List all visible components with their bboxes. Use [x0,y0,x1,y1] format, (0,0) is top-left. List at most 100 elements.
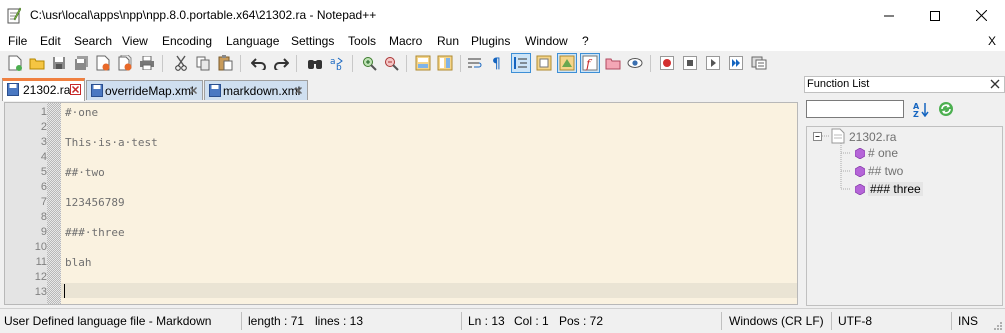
resize-grip-icon[interactable] [993,321,1003,331]
save-all-button[interactable] [72,54,90,72]
record-macro-icon [660,56,674,70]
save-all-icon [74,55,88,70]
function-tree: 21302.ra # one ## two ### three [806,126,1003,306]
menu-bar: File Edit Search View Encoding Language … [0,31,1005,51]
menu-help[interactable]: ? [582,34,589,48]
status-encoding: UTF-8 [838,314,872,328]
status-separator [831,312,832,330]
menu-search[interactable]: Search [74,34,112,48]
minimize-button[interactable] [866,0,912,31]
user-language-button[interactable] [535,54,553,72]
tab-overridemap-xml[interactable]: overrideMap.xml [86,80,203,100]
run-macro-multiple-button[interactable] [727,54,745,72]
menu-settings[interactable]: Settings [291,34,334,48]
tab-21302-ra[interactable]: 21302.ra [2,78,85,101]
menu-macro[interactable]: Macro [389,34,422,48]
stop-macro-icon [683,56,697,70]
save-icon [7,83,19,96]
menu-encoding[interactable]: Encoding [162,34,212,48]
save-macro-icon [751,56,767,70]
cut-button[interactable] [172,54,190,72]
run-macro-multiple-icon [729,56,743,70]
status-lines: lines : 13 [315,314,364,328]
function-search-input[interactable] [806,100,904,118]
undo-icon [251,58,266,70]
function-item-label: ### three [868,182,923,196]
svg-text:Z: Z [913,110,919,117]
menu-plugins[interactable]: Plugins [471,34,510,48]
close-all-button[interactable] [116,54,134,72]
show-all-chars-icon: ¶ [492,56,501,71]
line-number: 5 [40,166,47,178]
fold-margin[interactable] [47,103,61,304]
undo-button[interactable] [250,54,268,72]
stop-macro-button[interactable] [681,54,699,72]
copy-button[interactable] [194,54,212,72]
new-file-button[interactable] [6,54,24,72]
close-icon [96,55,110,71]
menu-window[interactable]: Window [525,34,568,48]
line-number: 3 [40,136,47,148]
record-macro-button[interactable] [658,54,676,72]
paste-icon [218,55,232,71]
zoom-in-button[interactable] [360,54,378,72]
show-all-chars-button[interactable]: ¶ [488,54,506,72]
close-tab-icon[interactable] [70,84,81,95]
tab-label: markdown.xml [223,84,301,98]
play-macro-button[interactable] [704,54,722,72]
tab-markdown-xml[interactable]: markdown.xml [204,80,308,100]
replace-button[interactable]: ab [328,54,346,72]
indent-guide-icon [514,57,527,69]
sync-vertical-button[interactable] [414,54,432,72]
menu-language[interactable]: Language [226,34,279,48]
monitoring-button[interactable] [626,54,644,72]
toolbar: ab ¶ f [0,51,1005,76]
function-list-button[interactable]: f [580,53,600,73]
redo-button[interactable] [272,54,290,72]
close-tab-icon[interactable] [293,85,304,96]
menu-run[interactable]: Run [437,34,459,48]
close-button[interactable] [94,54,112,72]
maximize-button[interactable] [912,0,958,31]
find-button[interactable] [306,54,324,72]
document-map-button[interactable] [557,53,577,73]
editor-area[interactable]: 1 2 3 4 5 6 7 8 9 10 11 12 13 #·one This… [4,102,798,305]
close-panel-icon[interactable] [990,79,1000,89]
tree-root-label[interactable]: 21302.ra [849,130,896,144]
close-tab-icon[interactable] [188,85,199,96]
code-line: 123456789 [65,196,125,209]
sort-button[interactable]: AZ [912,100,930,118]
save-macro-button[interactable] [750,54,768,72]
monitoring-icon [627,58,643,68]
save-icon [91,84,103,97]
menu-edit[interactable]: Edit [40,34,61,48]
indent-guide-button[interactable] [511,53,531,73]
sync-horizontal-button[interactable] [436,54,454,72]
close-document-button[interactable]: X [988,34,996,48]
reload-button[interactable] [937,100,955,118]
paste-button[interactable] [216,54,234,72]
code-line: This·is·a·test [65,136,158,149]
folder-workspace-button[interactable] [604,54,622,72]
menu-view[interactable]: View [122,34,148,48]
status-insert-mode[interactable]: INS [958,314,978,328]
close-window-button[interactable] [958,0,1004,31]
menu-tools[interactable]: Tools [348,34,376,48]
save-button[interactable] [50,54,68,72]
status-eol[interactable]: Windows (CR LF) [729,314,824,328]
word-wrap-button[interactable] [466,54,484,72]
file-icon [831,128,845,144]
sync-vertical-icon [415,55,431,71]
sync-horizontal-icon [437,55,453,71]
zoom-out-button[interactable] [382,54,400,72]
tab-label: 21302.ra [23,83,71,97]
toolbar-separator [460,55,461,72]
code-line: ##·two [65,166,105,179]
menu-file[interactable]: File [8,34,27,48]
toolbar-separator [650,55,651,72]
sort-az-icon: AZ [913,102,929,117]
line-number: 8 [40,211,47,223]
toolbar-separator [352,55,353,72]
print-button[interactable] [138,54,156,72]
open-file-button[interactable] [28,54,46,72]
